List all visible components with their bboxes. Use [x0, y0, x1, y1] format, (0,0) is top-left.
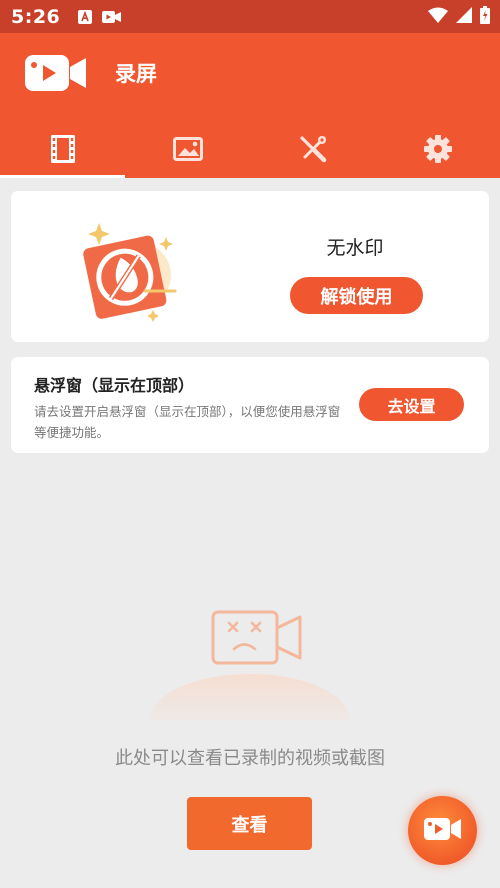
- floating-window-description: 请去设置开启悬浮窗（显示在顶部），以便您使用悬浮窗等便捷功能。: [34, 404, 341, 440]
- wifi-icon: [428, 7, 448, 27]
- app-logo-icon: [24, 53, 88, 97]
- tab-images[interactable]: [125, 123, 250, 178]
- video-camera-icon: [423, 817, 462, 845]
- tools-icon: [299, 135, 327, 167]
- app-title: 录屏: [115, 62, 157, 86]
- app-bar: 录屏: [0, 33, 500, 178]
- gear-icon: [423, 134, 452, 167]
- empty-state-message: 此处可以查看已录制的视频或截图: [115, 748, 385, 769]
- tab-bar: [0, 123, 500, 178]
- go-settings-button[interactable]: 去设置: [359, 388, 464, 421]
- film-icon: [50, 134, 75, 167]
- tab-tools[interactable]: [250, 123, 375, 178]
- status-bar: 5:26: [0, 0, 500, 33]
- status-time: 5:26: [11, 5, 61, 28]
- floating-window-title: 悬浮窗（显示在顶部）: [34, 376, 195, 395]
- view-button[interactable]: 查看: [187, 797, 312, 850]
- floating-window-card: 悬浮窗（显示在顶部） 请去设置开启悬浮窗（显示在顶部），以便您使用悬浮窗等便捷功…: [11, 357, 489, 453]
- battery-icon: [480, 5, 490, 28]
- notification-a-icon: [78, 9, 93, 24]
- empty-video-icon: [150, 600, 350, 766]
- tab-videos[interactable]: [0, 123, 125, 178]
- image-icon: [172, 136, 203, 165]
- tab-settings[interactable]: [375, 123, 500, 178]
- record-fab-button[interactable]: [408, 796, 477, 865]
- no-watermark-card: 无水印 解锁使用: [11, 191, 489, 342]
- no-watermark-illustration-icon: [71, 213, 191, 332]
- video-record-icon: [102, 10, 122, 24]
- unlock-button[interactable]: 解锁使用: [290, 277, 423, 314]
- signal-icon: [456, 6, 472, 27]
- no-watermark-title: 无水印: [326, 237, 384, 259]
